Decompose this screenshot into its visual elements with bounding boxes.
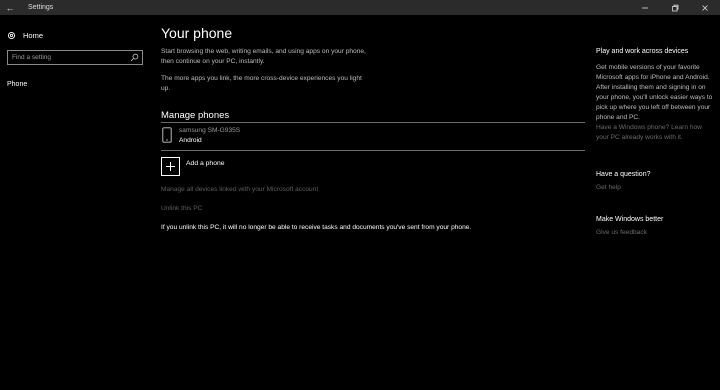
title-bar: ← Settings <box>0 0 720 15</box>
window-controls <box>630 0 720 15</box>
related-panel: Play and work across devices Get mobile … <box>596 47 716 143</box>
description-text-2: The more apps you link, the more cross-d… <box>161 75 362 92</box>
device-name: samsung SM-G935S <box>179 127 241 134</box>
unlink-pc-link[interactable]: Unlink this PC <box>161 205 202 212</box>
manage-devices-link[interactable]: Manage all devices linked with your Micr… <box>161 186 318 193</box>
unlink-notice: If you unlink this PC, it will no longer… <box>161 224 472 231</box>
page-title: Your phone <box>161 25 233 41</box>
gear-icon <box>7 31 16 39</box>
get-help-link[interactable]: Get help <box>596 183 716 193</box>
feedback-link[interactable]: Give us feedback <box>596 228 716 238</box>
search-box[interactable] <box>7 50 143 65</box>
manage-phones-heading: Manage phones <box>161 110 230 121</box>
question-heading: Have a question? <box>596 171 651 178</box>
divider <box>161 150 585 151</box>
add-phone-label: Add a phone <box>186 159 225 167</box>
minimize-button[interactable] <box>630 0 660 15</box>
description-text: Start browsing the web, writing emails, … <box>161 48 366 65</box>
help-section: Have a question? Get help <box>596 170 716 193</box>
windows-phone-link[interactable]: Have a Windows phone? Learn how your PC … <box>596 123 716 143</box>
search-input[interactable] <box>12 52 127 63</box>
feedback-section: Make Windows better Give us feedback <box>596 215 716 238</box>
close-button[interactable] <box>690 0 720 15</box>
window-title: Settings <box>28 4 54 11</box>
device-os: Android <box>179 137 202 144</box>
back-button[interactable]: ← <box>0 0 20 15</box>
search-icon[interactable] <box>130 53 139 62</box>
nav-home-label: Home <box>23 30 44 40</box>
nav-item-phone[interactable]: Phone <box>7 81 27 88</box>
add-icon <box>161 156 180 176</box>
play-work-heading: Play and work across devices <box>596 48 689 55</box>
play-work-text: Get mobile versions of your favorite Mic… <box>596 64 713 121</box>
phone-icon <box>162 127 172 143</box>
add-phone-button[interactable]: Add a phone <box>161 156 225 176</box>
back-arrow-icon: ← <box>5 2 15 13</box>
better-heading: Make Windows better <box>596 216 664 223</box>
maximize-button[interactable] <box>660 0 690 15</box>
main-content: Your phone Start browsing the web, writi… <box>161 24 586 94</box>
minimize-icon <box>642 7 648 8</box>
divider <box>161 122 585 123</box>
close-icon <box>702 4 708 11</box>
nav-home[interactable]: Home <box>7 29 43 41</box>
restore-icon <box>672 4 679 11</box>
